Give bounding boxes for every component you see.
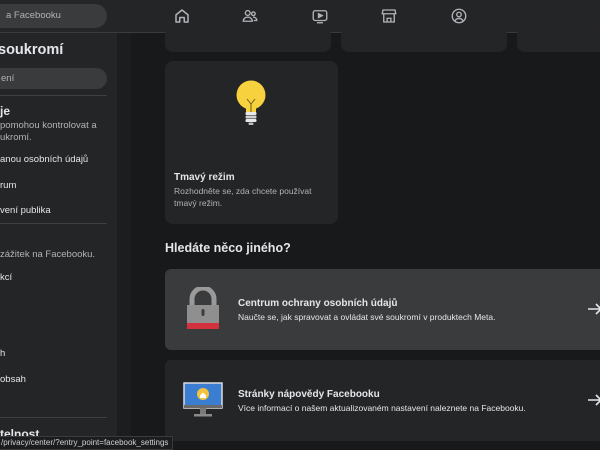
sidebar-section-description: pomohou kontrolovat a: [0, 120, 97, 131]
friends-icon[interactable]: [241, 7, 259, 25]
section-heading: Hledáte něco jiného?: [165, 241, 291, 255]
sidebar-item-center[interactable]: rum: [0, 180, 16, 191]
settings-card[interactable]: [165, 25, 331, 52]
dark-mode-description: Rozhodněte se, zda chcete používat tmavý…: [174, 186, 312, 208]
dark-mode-title: Tmavý režim: [174, 172, 235, 183]
privacy-settings-sidebar: soukromí ení je pomohou kontrolovat a uk…: [0, 33, 117, 450]
sidebar-divider: [0, 223, 107, 224]
main-content: Tmavý režim Rozhodněte se, zda chcete po…: [131, 25, 600, 450]
sidebar-search-input[interactable]: ení: [0, 68, 107, 89]
arrow-right-icon: [588, 394, 600, 406]
light-bulb-icon: [236, 80, 266, 125]
facebook-search-input[interactable]: a Facebooku: [0, 4, 107, 28]
sidebar-item-audience[interactable]: vení publika: [0, 205, 51, 216]
profile-icon[interactable]: [450, 7, 468, 25]
help-monitor-icon: [183, 382, 223, 417]
padlock-icon: [187, 287, 219, 329]
sidebar-item-personal-data[interactable]: anou osobních údajů: [0, 154, 88, 165]
home-icon[interactable]: [173, 7, 191, 25]
settings-card[interactable]: [517, 25, 600, 52]
privacy-center-link[interactable]: Centrum ochrany osobních údajů Naučte se…: [165, 269, 600, 350]
sidebar-item-content[interactable]: obsah: [0, 374, 26, 385]
sidebar-section-description: ukromí.: [0, 132, 32, 143]
dark-mode-card[interactable]: Tmavý režim Rozhodněte se, zda chcete po…: [165, 61, 338, 224]
sidebar-item[interactable]: h: [0, 348, 5, 359]
help-center-title: Stránky nápovědy Facebooku: [238, 389, 380, 400]
privacy-center-description: Naučte se, jak spravovat a ovládat své s…: [238, 312, 496, 322]
help-center-description: Více informací o našem aktualizovaném na…: [238, 403, 526, 413]
settings-card[interactable]: [341, 25, 507, 52]
arrow-right-icon: [588, 303, 600, 315]
privacy-center-title: Centrum ochrany osobních údajů: [238, 298, 398, 309]
scroll-gutter: [117, 33, 131, 450]
sidebar-section-heading: je: [0, 104, 11, 118]
sidebar-divider: [0, 95, 107, 96]
help-center-link[interactable]: Stránky nápovědy Facebooku Více informac…: [165, 360, 600, 441]
sidebar-divider: [0, 417, 107, 418]
marketplace-icon[interactable]: [380, 7, 398, 25]
status-bar-url: /privacy/center/?entry_point=facebook_se…: [0, 436, 174, 450]
watch-icon[interactable]: [311, 7, 329, 25]
sidebar-item-reactions[interactable]: kcí: [0, 272, 12, 283]
sidebar-section-description: zážitek na Facebooku.: [0, 249, 96, 260]
sidebar-title: soukromí: [0, 42, 64, 58]
